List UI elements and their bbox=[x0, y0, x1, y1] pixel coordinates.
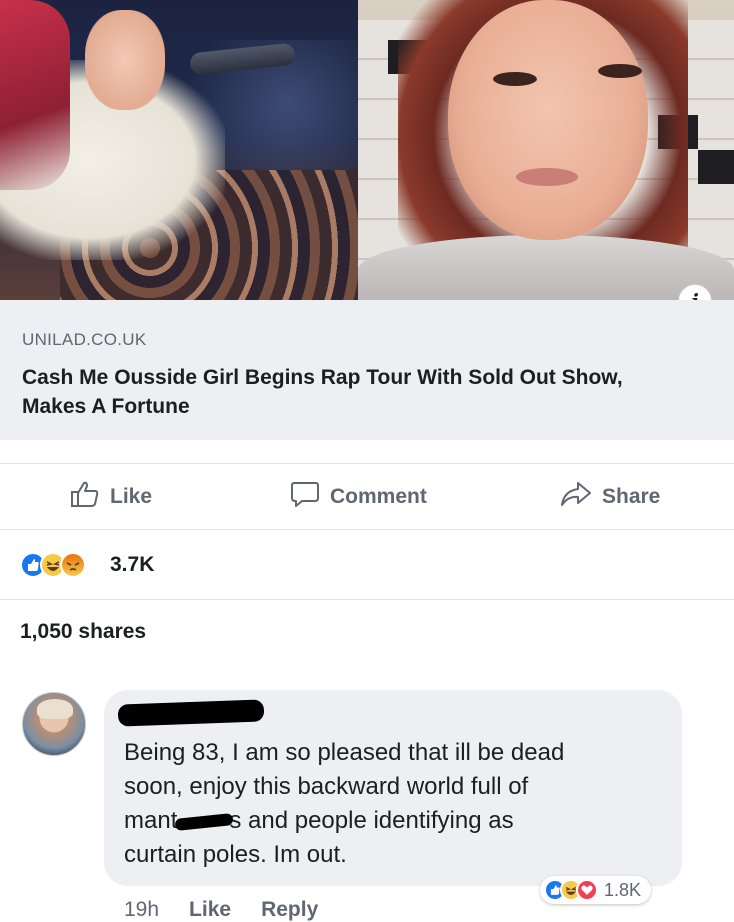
portrait-face bbox=[448, 0, 648, 240]
comment-line: Being 83, I am so pleased that ill be de… bbox=[124, 739, 565, 766]
comment-line: soon, enjoy this backward world full of bbox=[124, 773, 529, 800]
performer-hair bbox=[0, 0, 70, 190]
post-action-bar: Like Comment Share bbox=[0, 464, 734, 530]
link-source: UNILAD.CO.UK bbox=[22, 330, 147, 349]
comment-icon bbox=[290, 480, 320, 514]
portrait-photo[interactable] bbox=[358, 0, 734, 300]
link-title[interactable]: Cash Me Ousside Girl Begins Rap Tour Wit… bbox=[22, 363, 682, 421]
thumbs-up-icon bbox=[70, 480, 100, 514]
comment-item: Being 83, I am so pleased that ill be de… bbox=[0, 680, 734, 922]
love-icon bbox=[576, 879, 598, 901]
reaction-icons bbox=[20, 552, 86, 578]
redacted-word bbox=[174, 812, 234, 831]
performer-photo[interactable] bbox=[0, 0, 358, 300]
portrait-eye bbox=[598, 64, 642, 78]
performer-face bbox=[85, 10, 165, 110]
avatar[interactable] bbox=[22, 692, 86, 756]
like-label: Like bbox=[110, 485, 153, 508]
comment-reactions[interactable]: 1.8K bbox=[540, 876, 652, 904]
comment-fragment: s and people identifying as bbox=[229, 807, 514, 834]
comment-meta: 19h Like Reply bbox=[124, 898, 348, 922]
share-button[interactable]: Share bbox=[560, 464, 660, 530]
avatar-hair bbox=[37, 699, 73, 719]
comment-fragment: mant bbox=[124, 807, 178, 834]
share-icon bbox=[560, 480, 592, 514]
portrait-shirt bbox=[358, 235, 734, 300]
comment-reaction-count: 1.8K bbox=[604, 879, 642, 900]
comment-line: curtain poles. Im out. bbox=[124, 841, 347, 868]
share-count[interactable]: 1,050 shares bbox=[20, 620, 146, 644]
comment-reply-button[interactable]: Reply bbox=[261, 898, 318, 922]
like-button[interactable]: Like bbox=[70, 464, 152, 530]
reaction-count[interactable]: 3.7K bbox=[110, 552, 154, 578]
comment-like-button[interactable]: Like bbox=[189, 898, 231, 922]
reaction-summary[interactable]: 3.7K bbox=[0, 530, 734, 600]
share-label: Share bbox=[602, 485, 661, 508]
comment-text: Being 83, I am so pleased that ill be de… bbox=[124, 736, 664, 872]
portrait-lips bbox=[516, 168, 578, 186]
comment-timestamp[interactable]: 19h bbox=[124, 898, 159, 922]
link-preview-images[interactable] bbox=[0, 0, 734, 300]
comment-label: Comment bbox=[330, 485, 427, 508]
portrait-eye bbox=[493, 72, 537, 86]
comment-button[interactable]: Comment bbox=[290, 464, 427, 530]
comment-line: mant s and people identifying as bbox=[124, 804, 664, 838]
angry-icon bbox=[60, 552, 86, 578]
link-preview-card[interactable]: UNILAD.CO.UK Cash Me Ousside Girl Begins… bbox=[0, 300, 734, 440]
divider bbox=[0, 440, 734, 464]
garage-window bbox=[698, 150, 734, 184]
